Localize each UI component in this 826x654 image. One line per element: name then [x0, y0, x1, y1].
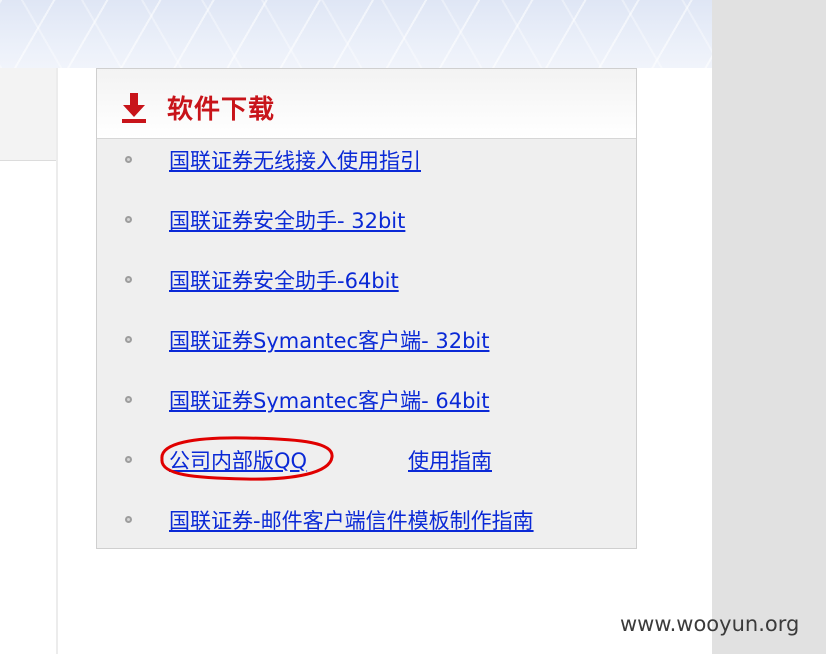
list-item: 公司内部版QQ 使用指南 [97, 436, 636, 481]
section-title: 软件下载 [167, 95, 276, 125]
link-symantec-64[interactable]: 国联证券Symantec客户端- 64bit [169, 385, 489, 415]
top-banner [0, 0, 712, 68]
link-wireless-guide[interactable]: 国联证券无线接入使用指引 [169, 145, 421, 175]
download-arrow-icon [122, 93, 146, 123]
right-gray-area [712, 0, 826, 654]
link-mail-template-guide[interactable]: 国联证券-邮件客户端信件模板制作指南 [169, 505, 534, 535]
link-security-assistant-32[interactable]: 国联证券安全助手- 32bit [169, 205, 405, 235]
bullet-icon [125, 336, 132, 343]
list-item: 国联证券Symantec客户端- 64bit [97, 381, 636, 417]
bullet-icon [125, 456, 132, 463]
list-item: 国联证券Symantec客户端- 32bit [97, 321, 636, 357]
bullet-icon [125, 516, 132, 523]
bullet-icon [125, 276, 132, 283]
list-item: 国联证券安全助手- 32bit [97, 201, 636, 237]
bullet-icon [125, 156, 132, 163]
box-header: 软件下载 [97, 69, 636, 139]
software-download-box: 软件下载 国联证券无线接入使用指引 国联证券安全助手- 32bit 国联证券安全… [96, 68, 637, 549]
list-item: 国联证券-邮件客户端信件模板制作指南 [97, 501, 636, 537]
left-divider [56, 68, 58, 654]
list-item: 国联证券安全助手-64bit [97, 261, 636, 297]
link-security-assistant-64[interactable]: 国联证券安全助手-64bit [169, 265, 399, 295]
bullet-icon [125, 396, 132, 403]
list-item: 国联证券无线接入使用指引 [97, 141, 636, 177]
watermark: www.wooyun.org [620, 612, 800, 636]
left-panel [0, 68, 56, 161]
link-qq-usage-guide[interactable]: 使用指南 [408, 445, 492, 475]
link-internal-qq[interactable]: 公司内部版QQ [169, 445, 307, 475]
link-symantec-32[interactable]: 国联证券Symantec客户端- 32bit [169, 325, 489, 355]
banner-pattern [0, 0, 712, 68]
bullet-icon [125, 216, 132, 223]
